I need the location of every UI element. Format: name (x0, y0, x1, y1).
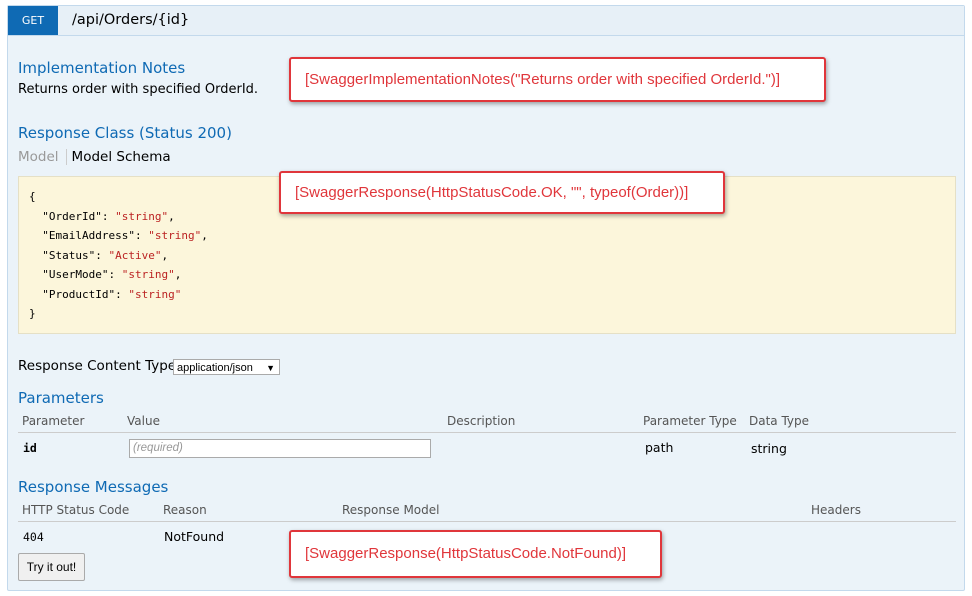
param-col-description: Description (447, 414, 516, 428)
content-type-label: Response Content Type (18, 358, 177, 374)
response-ok-callout: [SwaggerResponse(HttpStatusCode.OK, "", … (279, 171, 725, 214)
response-status-code: 404 (23, 530, 44, 544)
tab-model[interactable]: Model (18, 149, 67, 165)
response-class-heading: Response Class (Status 200) (18, 124, 232, 142)
responses-header-divider (18, 521, 956, 522)
implementation-notes-heading: Implementation Notes (18, 59, 186, 77)
param-data-type: string (751, 441, 787, 456)
http-method-badge[interactable]: GET (8, 6, 58, 35)
model-tabs: Model Model Schema (18, 149, 171, 165)
dropdown-arrow-icon: ▼ (266, 363, 275, 373)
schema-line: "ProductId": "string" (29, 287, 182, 301)
param-col-parameter: Parameter (22, 414, 85, 428)
param-col-value: Value (127, 414, 160, 428)
content-type-value: application/json (177, 362, 253, 374)
content-type-select[interactable]: application/json ▼ (173, 359, 280, 375)
resp-col-reason: Reason (163, 503, 207, 517)
resp-col-headers: Headers (811, 503, 861, 517)
parameters-header-divider (18, 432, 956, 433)
param-name-id: id (23, 441, 37, 455)
parameters-heading: Parameters (18, 389, 104, 407)
operation-heading[interactable]: GET /api/Orders/{id} (8, 6, 964, 36)
try-it-out-button[interactable]: Try it out! (18, 553, 85, 581)
schema-line: "EmailAddress": "string", (29, 229, 208, 242)
schema-line: "Status": "Active", (29, 248, 169, 262)
tab-model-schema[interactable]: Model Schema (67, 149, 171, 165)
endpoint-path[interactable]: /api/Orders/{id} (72, 6, 189, 35)
param-id-input[interactable]: (required) (129, 439, 431, 458)
response-notfound-callout: [SwaggerResponse(HttpStatusCode.NotFound… (289, 530, 662, 578)
response-messages-heading: Response Messages (18, 478, 169, 496)
param-type-path: path (645, 440, 674, 455)
param-col-parameter-type: Parameter Type (643, 414, 737, 428)
resp-col-status-code: HTTP Status Code (22, 503, 130, 517)
schema-line: "UserMode": "string", (29, 268, 182, 281)
implementation-notes-text: Returns order with specified OrderId. (18, 82, 259, 97)
resp-col-response-model: Response Model (342, 503, 440, 517)
response-reason: NotFound (164, 529, 225, 544)
implementation-notes-callout: [SwaggerImplementationNotes("Returns ord… (289, 57, 826, 102)
param-col-data-type: Data Type (749, 414, 810, 428)
schema-line: } (29, 307, 36, 320)
